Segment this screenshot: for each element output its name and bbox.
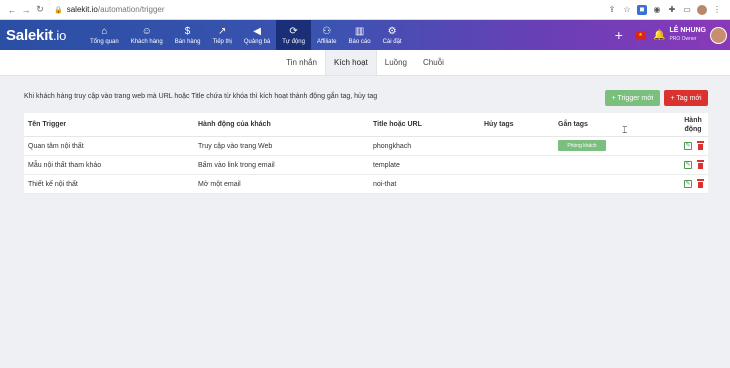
tab-luong[interactable]: Luồng: [377, 49, 415, 75]
subtabs: Tin nhắn Kích hoạt Luồng Chuỗi: [0, 49, 730, 76]
cell-name: Quan tâm nội thất: [28, 143, 84, 150]
share-icon[interactable]: ⇪: [607, 5, 617, 15]
cell-action: Mở một email: [198, 181, 241, 188]
edit-icon[interactable]: ✎: [684, 180, 692, 188]
back-icon[interactable]: ←: [6, 5, 18, 15]
cell-title: template: [373, 162, 400, 169]
tag-badge[interactable]: Phòng khách: [558, 140, 606, 151]
header-name: Tên Trigger: [28, 121, 67, 128]
cell-title: noi-that: [373, 181, 397, 188]
nav-item-tiep-thi[interactable]: ↗ Tiếp thị: [206, 20, 237, 50]
delete-icon[interactable]: [697, 179, 704, 188]
user-name: LÊ NHUNG: [669, 27, 706, 34]
profile-avatar[interactable]: [697, 4, 707, 15]
nav-label: Bán hàng: [174, 38, 201, 45]
url-domain: salekit.io: [66, 5, 98, 14]
nav-item-bao-cao[interactable]: ▥ Báo cáo: [343, 20, 377, 50]
add-icon[interactable]: +: [615, 27, 623, 43]
trigger-table: Tên Trigger Hành động của khách Title ho…: [24, 113, 708, 194]
new-trigger-button[interactable]: + Trigger mới: [605, 90, 660, 106]
cell-action: Truy cập vào trang Web: [198, 143, 273, 150]
header-add-tags: Gắn tags: [558, 121, 588, 128]
header-title: Title hoặc URL: [373, 121, 422, 128]
cell-action: Bấm vào link trong email: [198, 162, 275, 169]
nav-label: Affiliate: [316, 38, 337, 45]
logo[interactable]: Salekit.io: [6, 27, 84, 44]
sidebar-icon[interactable]: ▭: [682, 5, 692, 15]
edit-icon[interactable]: ✎: [684, 142, 692, 150]
main-content: Khi khách hàng truy cập vào trang web mà…: [24, 88, 708, 194]
user-role: PRO Owner: [669, 36, 697, 42]
gear-icon: ⚙: [387, 25, 397, 37]
cell-name: Thiết kế nội thất: [28, 181, 78, 188]
nav-label: Tiếp thị: [212, 38, 232, 45]
sync-icon: ⟳: [289, 25, 298, 37]
delete-icon[interactable]: [697, 160, 704, 169]
users-icon: ☺: [141, 25, 152, 37]
logo-main: Salekit: [6, 26, 53, 44]
forward-icon[interactable]: →: [20, 5, 32, 15]
megaphone-icon: ◀: [253, 25, 261, 37]
app-header: Salekit.io ⌂ Tổng quan ☺ Khách hàng $ Bán h…: [0, 20, 730, 50]
table-row[interactable]: Mẫu nội thất tham khảo Bấm vào link tron…: [24, 156, 708, 175]
nav-item-affiliate[interactable]: ⚇ Affiliate: [311, 20, 343, 50]
nav-label: Khách hàng: [130, 38, 163, 45]
url-path: /automation/trigger: [97, 5, 165, 14]
network-icon: ⚇: [322, 25, 332, 37]
home-icon: ⌂: [101, 25, 108, 37]
vietnam-flag-icon[interactable]: ★: [634, 31, 646, 39]
lock-icon: 🔒: [54, 6, 63, 14]
puzzle-icon[interactable]: ✚: [667, 5, 677, 15]
nav-label: Cài đặt: [382, 38, 402, 45]
nav-label: Tự động: [282, 38, 305, 45]
logo-suffix: .io: [52, 27, 67, 43]
nav-item-khach-hang[interactable]: ☺ Khách hàng: [125, 20, 169, 50]
reload-icon[interactable]: ↻: [34, 4, 46, 15]
table-row[interactable]: Thiết kế nội thất Mở một email noi-that …: [24, 175, 708, 194]
mouse-cursor-icon: ⌶: [622, 125, 628, 135]
edit-icon[interactable]: ✎: [684, 161, 692, 169]
page-description: Khi khách hàng truy cập vào trang web mà…: [24, 93, 378, 100]
nav-item-tu-dong[interactable]: ⟳ Tự động: [276, 20, 311, 50]
cell-name: Mẫu nội thất tham khảo: [28, 162, 102, 169]
nav-item-quang-ba[interactable]: ◀ Quảng bá: [238, 20, 276, 50]
user-menu[interactable]: LÊ NHUNG PRO Owner: [669, 27, 706, 43]
tab-chuoi[interactable]: Chuỗi: [415, 49, 452, 75]
nav-label: Quảng bá: [243, 38, 271, 45]
delete-icon[interactable]: [697, 141, 704, 150]
bar-chart-icon: ▥: [354, 25, 365, 37]
nav-label: Báo cáo: [348, 38, 371, 45]
bell-icon[interactable]: 🔔: [653, 30, 665, 41]
main-nav: ⌂ Tổng quan ☺ Khách hàng $ Bán hàng ↗ Tiếp t…: [84, 20, 408, 50]
nav-item-tong-quan[interactable]: ⌂ Tổng quan: [84, 20, 125, 50]
star-icon[interactable]: ☆: [622, 5, 632, 15]
chart-line-icon: ↗: [217, 25, 227, 37]
tab-kich-hoat[interactable]: Kích hoạt: [324, 49, 377, 75]
menu-icon[interactable]: ⋮: [712, 5, 722, 15]
new-tag-button[interactable]: + Tag mới: [664, 90, 708, 106]
nav-item-ban-hang[interactable]: $ Bán hàng: [169, 20, 207, 50]
table-header: Tên Trigger Hành động của khách Title ho…: [24, 113, 708, 137]
browser-toolbar: ← → ↻ 🔒 salekit.io/automation/trigger ⇪ …: [0, 0, 730, 20]
nav-label: Tổng quan: [90, 38, 119, 45]
avatar[interactable]: [710, 26, 727, 44]
extension-icon[interactable]: ◼: [637, 4, 647, 15]
header-remove-tags: Hủy tags: [484, 121, 514, 128]
cell-title: phongkhach: [373, 143, 412, 150]
dollar-icon: $: [184, 25, 191, 37]
header-action: Hành động của khách: [198, 121, 271, 128]
header-actions: Hành động: [684, 117, 702, 133]
tab-tin-nhan[interactable]: Tin nhắn: [278, 49, 325, 75]
nav-item-cai-dat[interactable]: ⚙ Cài đặt: [377, 20, 408, 50]
address-bar[interactable]: 🔒 salekit.io/automation/trigger: [54, 2, 607, 17]
camera-icon[interactable]: ◉: [652, 5, 662, 15]
table-row[interactable]: Quan tâm nội thất Truy cập vào trang Web…: [24, 137, 708, 156]
